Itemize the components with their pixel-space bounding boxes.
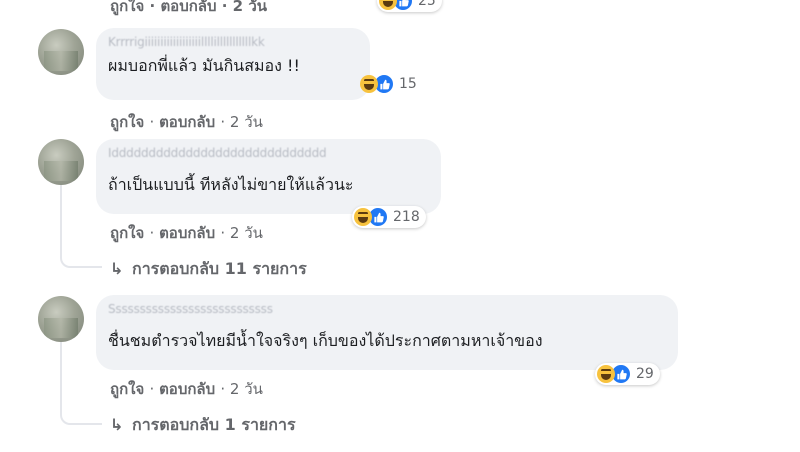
comment-author[interactable]: Krrrrigiiiiiiiiiiiiiiiiiillllillllllllll…	[108, 34, 358, 51]
reaction-count: 218	[393, 209, 420, 225]
like-link[interactable]: ถูกใจ	[110, 0, 144, 15]
comment-bubble: Sssssssssssssssssssssssssss ชื่นชมตำรวจไ…	[96, 295, 678, 370]
reply-arrow-icon: ↳	[110, 259, 124, 278]
view-replies-link[interactable]: ↳ การตอบกลับ 11 รายการ	[110, 257, 307, 282]
comment-bubble: Krrrrigiiiiiiiiiiiiiiiiiillllillllllllll…	[96, 28, 370, 100]
reaction-summary[interactable]: 25	[377, 0, 442, 12]
comment-text: ถ้าเป็นแบบนี้ ทีหลังไม่ขายให้แล้วนะ	[108, 175, 354, 194]
reaction-count: 15	[399, 76, 417, 92]
avatar[interactable]	[38, 139, 84, 185]
comment-actions: ถูกใจ · ตอบกลับ · 2 วัน	[110, 0, 267, 18]
like-link[interactable]: ถูกใจ	[110, 224, 144, 242]
timestamp[interactable]: 2 วัน	[230, 224, 263, 242]
separator: ·	[149, 380, 160, 398]
reaction-count: 29	[636, 366, 654, 382]
avatar[interactable]	[38, 296, 84, 342]
timestamp[interactable]: 2 วัน	[230, 113, 263, 131]
separator: ·	[149, 0, 161, 15]
reaction-summary[interactable]: 218	[352, 206, 426, 228]
comment-bubble: Iddddddddddddddddddddddddddddd ถ้าเป็นแบ…	[96, 139, 441, 214]
separator: ·	[220, 224, 230, 242]
like-link[interactable]: ถูกใจ	[110, 113, 144, 131]
haha-reaction-icon	[597, 365, 615, 383]
haha-reaction-icon	[379, 0, 397, 10]
view-replies-link[interactable]: ↳ การตอบกลับ 1 รายการ	[110, 413, 296, 438]
comment-author[interactable]: Sssssssssssssssssssssssssss	[108, 301, 666, 318]
reply-link[interactable]: ตอบกลับ	[160, 0, 216, 15]
like-link[interactable]: ถูกใจ	[110, 380, 144, 398]
comment-actions: ถูกใจ · ตอบกลับ · 2 วัน	[110, 221, 263, 245]
separator: ·	[220, 380, 230, 398]
reply-arrow-icon: ↳	[110, 415, 124, 434]
reaction-summary[interactable]: 29	[595, 363, 660, 385]
haha-reaction-icon	[354, 208, 372, 226]
reply-link[interactable]: ตอบกลับ	[159, 380, 215, 398]
separator: ·	[149, 113, 160, 131]
reply-link[interactable]: ตอบกลับ	[159, 113, 215, 131]
timestamp[interactable]: 2 วัน	[233, 0, 267, 15]
separator: ·	[221, 0, 233, 15]
haha-reaction-icon	[360, 75, 378, 93]
comment-actions: ถูกใจ · ตอบกลับ · 2 วัน	[110, 110, 263, 134]
avatar[interactable]	[38, 29, 84, 75]
comment-text: ชื่นชมตำรวจไทยมีน้ำใจจริงๆ เก็บของได้ประ…	[108, 331, 543, 350]
separator: ·	[220, 113, 230, 131]
timestamp[interactable]: 2 วัน	[230, 380, 263, 398]
replies-label: การตอบกลับ 11 รายการ	[132, 259, 307, 278]
comment-actions: ถูกใจ · ตอบกลับ · 2 วัน	[110, 377, 263, 401]
comment-author[interactable]: Iddddddddddddddddddddddddddddd	[108, 145, 429, 162]
reaction-count: 25	[418, 0, 436, 9]
comment-text: ผมบอกพี่แล้ว มันกินสมอง !!	[108, 56, 300, 75]
separator: ·	[149, 224, 160, 242]
replies-label: การตอบกลับ 1 รายการ	[132, 415, 296, 434]
reply-link[interactable]: ตอบกลับ	[159, 224, 215, 242]
reaction-summary[interactable]: 15	[358, 73, 423, 95]
